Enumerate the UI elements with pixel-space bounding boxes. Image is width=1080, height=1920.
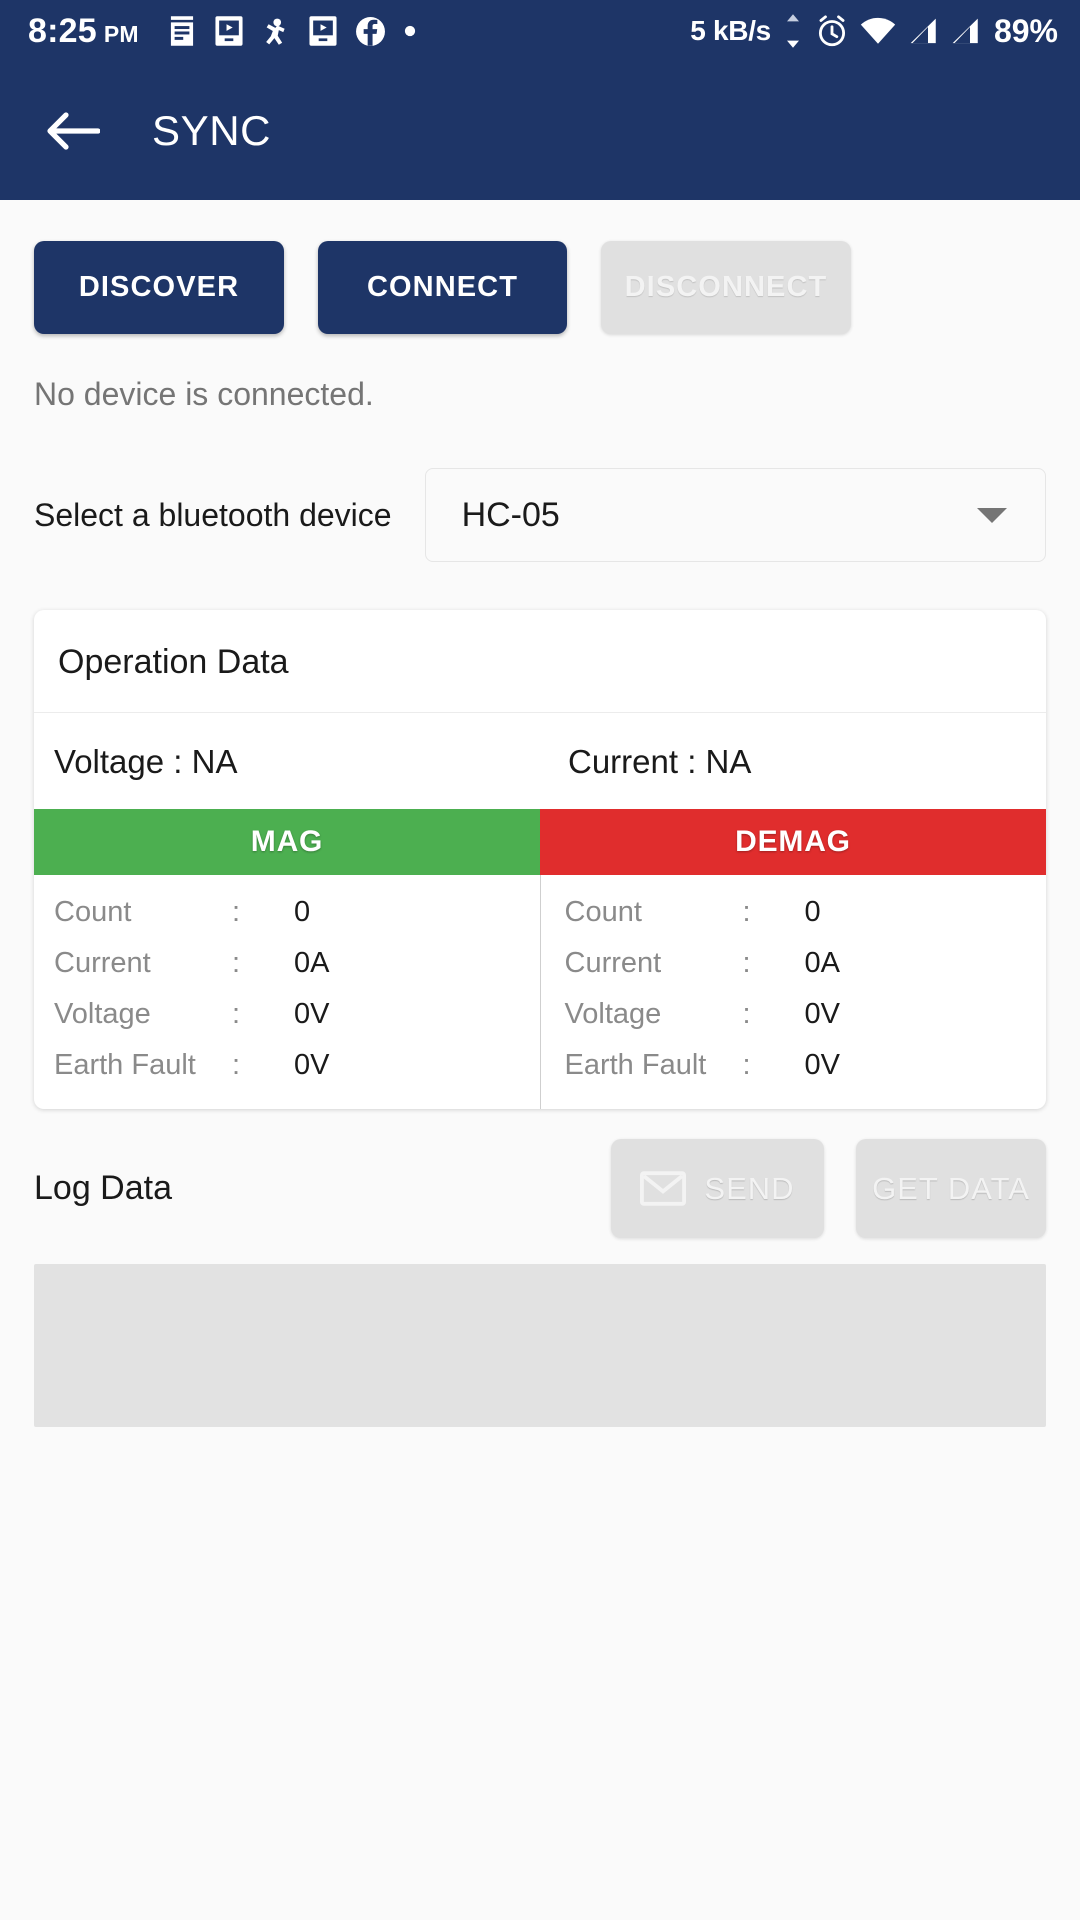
table-row: Voltage : 0V <box>541 989 1047 1040</box>
log-data-row: Log Data SEND GET DATA <box>34 1139 1046 1238</box>
row-colon: : <box>742 896 751 928</box>
table-row: Count : 0 <box>34 887 540 938</box>
row-colon: : <box>232 998 241 1030</box>
row-value: 0V <box>804 1049 840 1081</box>
get-data-button[interactable]: GET DATA <box>856 1139 1046 1238</box>
row-label: Earth Fault <box>564 1049 707 1081</box>
chevron-down-icon <box>977 507 1007 523</box>
row-value: 0 <box>294 896 311 928</box>
row-label: Current <box>54 947 151 979</box>
row-value: 0V <box>294 1049 330 1081</box>
clock-ampm: PM <box>103 21 139 47</box>
row-value: 0A <box>294 947 330 979</box>
mag-column: Count : 0 Current : 0A Voltage : 0V Eart… <box>34 875 541 1109</box>
discover-button[interactable]: DISCOVER <box>34 241 284 334</box>
back-arrow-icon[interactable] <box>44 111 100 151</box>
operation-data-card: Operation Data Voltage : NA Current : NA… <box>34 610 1046 1109</box>
row-label: Current <box>564 947 662 979</box>
device-select-label: Select a bluetooth device <box>34 496 392 533</box>
status-bar: 8:25 PM 5 kB/s 89% <box>0 0 1080 62</box>
signal-sim2-icon <box>952 18 978 44</box>
network-speed-text: 5 kB/s <box>690 15 771 46</box>
row-colon: : <box>232 896 241 928</box>
row-value: 0 <box>804 896 821 928</box>
demag-header-cell: DEMAG <box>540 809 1046 875</box>
table-row: Current : 0A <box>34 938 540 989</box>
send-button-label: SEND <box>704 1170 795 1206</box>
row-value: 0V <box>804 998 840 1030</box>
mail-icon <box>640 1171 687 1206</box>
row-colon: : <box>232 1049 241 1081</box>
table-row: Earth Fault : 0V <box>541 1040 1047 1091</box>
table-row: Earth Fault : 0V <box>34 1040 540 1091</box>
operation-summary-row: Voltage : NA Current : NA <box>34 713 1046 809</box>
activity-icon <box>265 18 285 45</box>
facebook-icon <box>355 16 385 46</box>
row-colon: : <box>742 998 751 1030</box>
row-label: Earth Fault <box>54 1049 196 1081</box>
row-value: 0A <box>804 947 840 979</box>
connect-button[interactable]: CONNECT <box>318 241 567 334</box>
mag-demag-body: Count : 0 Current : 0A Voltage : 0V Eart… <box>34 875 1046 1109</box>
table-row: Current : 0A <box>541 938 1047 989</box>
row-colon: : <box>742 1049 751 1081</box>
connection-status-text: No device is connected. <box>34 376 374 412</box>
table-row: Voltage : 0V <box>34 989 540 1040</box>
connection-actions: DISCOVER CONNECT DISCONNECT <box>34 200 1046 334</box>
selected-device-value: HC-05 <box>461 495 560 534</box>
row-label: Voltage <box>564 998 662 1030</box>
log-output-area[interactable] <box>34 1264 1046 1427</box>
row-colon: : <box>742 947 751 979</box>
summary-voltage: Voltage : NA <box>54 743 238 780</box>
system-status-icons: 5 kB/s 89% <box>690 13 1058 50</box>
operation-data-title: Operation Data <box>34 610 1046 713</box>
video-cast-icon <box>215 16 243 46</box>
row-colon: : <box>232 947 241 979</box>
dot-icon <box>404 25 415 37</box>
page-title: SYNC <box>152 107 272 154</box>
signal-sim1-icon <box>910 18 936 44</box>
log-data-title: Log Data <box>34 1169 172 1207</box>
battery-percent-text: 89% <box>993 12 1058 49</box>
table-row: Count : 0 <box>541 887 1047 938</box>
bluetooth-device-select[interactable]: HC-05 <box>424 468 1046 562</box>
send-button[interactable]: SEND <box>611 1139 824 1238</box>
mag-header-cell: MAG <box>34 809 540 875</box>
data-transfer-icon <box>786 14 799 48</box>
clock-time: 8:25 <box>28 12 97 50</box>
summary-current: Current : NA <box>568 743 752 780</box>
row-value: 0V <box>294 998 330 1030</box>
video-cast-icon <box>309 16 337 46</box>
wifi-icon <box>860 17 896 44</box>
device-select-row: Select a bluetooth device HC-05 <box>34 468 1046 562</box>
disconnect-button[interactable]: DISCONNECT <box>601 241 851 334</box>
mag-demag-header: MAG DEMAG <box>34 809 1046 875</box>
demag-column: Count : 0 Current : 0A Voltage : 0V Eart… <box>541 875 1047 1109</box>
page-content: DISCOVER CONNECT DISCONNECT No device is… <box>0 200 1080 1920</box>
row-label: Count <box>564 896 642 928</box>
status-clock: 8:25 PM <box>28 14 139 48</box>
notification-icons <box>167 15 417 47</box>
row-label: Voltage <box>54 998 151 1030</box>
news-icon <box>170 16 193 46</box>
row-label: Count <box>54 896 132 928</box>
app-bar: SYNC <box>0 62 1080 200</box>
alarm-icon <box>818 15 845 47</box>
